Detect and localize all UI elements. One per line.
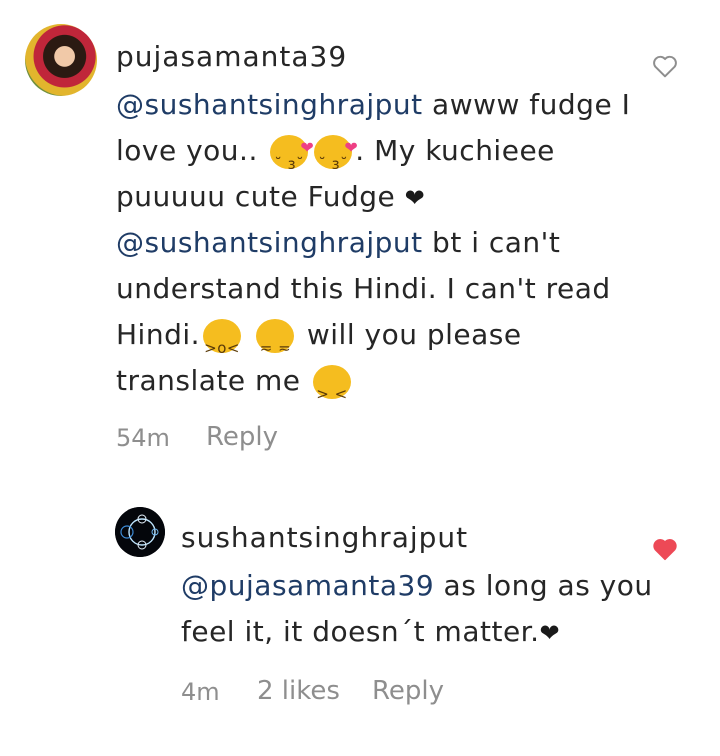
kissing-face-with-heart-icon: ˘ з˘ bbox=[314, 125, 358, 173]
mention-link[interactable]: @pujasamanta39 bbox=[181, 569, 434, 602]
mention-link[interactable]: @sushantsinghrajput bbox=[116, 88, 423, 121]
black-heart-icon: ❤ bbox=[404, 184, 426, 212]
loudly-crying-face-icon: >o< bbox=[203, 319, 242, 357]
like-heart-outline-icon[interactable] bbox=[652, 54, 678, 78]
comment-timestamp: 4m bbox=[181, 678, 220, 706]
comment-text: @pujasamanta39 as long as you feel it, i… bbox=[181, 569, 653, 648]
comment-text: @sushantsinghrajput awww fudge I love yo… bbox=[116, 82, 630, 404]
avatar[interactable] bbox=[25, 24, 97, 96]
comment-timestamp: 54m bbox=[116, 424, 170, 452]
fractal-avatar-icon bbox=[115, 507, 165, 557]
likes-count[interactable]: 2 likes bbox=[257, 676, 340, 706]
disappointed-face-icon: ≂ ≂ bbox=[256, 319, 295, 357]
comment-username[interactable]: pujasamanta39 bbox=[116, 40, 347, 73]
reply-button[interactable]: Reply bbox=[372, 676, 444, 706]
black-heart-icon: ❤ bbox=[539, 619, 561, 647]
reply-button[interactable]: Reply bbox=[206, 422, 278, 452]
avatar[interactable] bbox=[115, 507, 165, 557]
mention-link[interactable]: @sushantsinghrajput bbox=[116, 226, 423, 259]
comment-username[interactable]: sushantsinghrajput bbox=[181, 521, 468, 554]
kissing-face-with-heart-icon: ˘ з˘ bbox=[270, 125, 314, 173]
persevering-face-icon: > < bbox=[312, 365, 351, 403]
like-heart-filled-icon[interactable] bbox=[652, 537, 678, 561]
